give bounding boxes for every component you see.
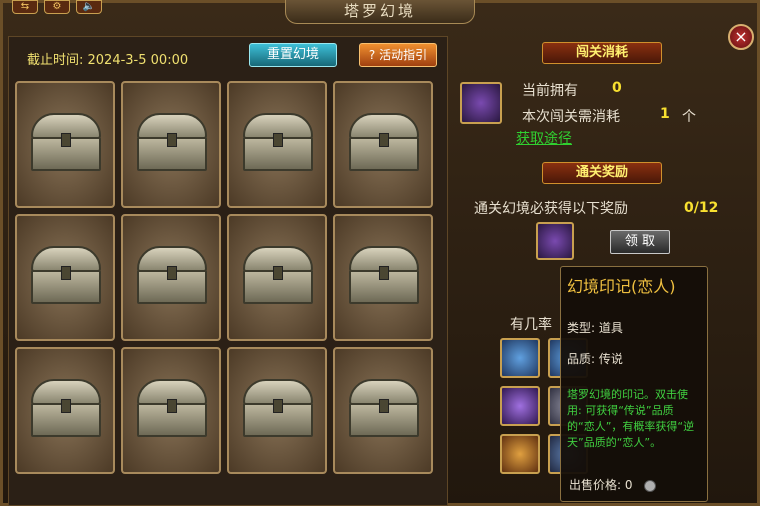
chest-slot[interactable] — [227, 347, 327, 474]
swap-icon[interactable]: ⇆ — [12, 0, 38, 14]
chest-slot[interactable] — [227, 214, 327, 341]
chest-slot[interactable] — [15, 347, 115, 474]
reward-title: 通关奖励 — [542, 162, 662, 184]
tooltip-type: 类型: 道具 — [567, 321, 623, 335]
guide-button[interactable]: ? 活动指引 — [359, 43, 437, 67]
item-tooltip: 幻境印记(恋人) 类型: 道具 品质: 传说 塔罗幻境的印记。双击使用: 可获得… — [560, 266, 708, 502]
tooltip-description: 塔罗幻境的印记。双击使用: 可获得“传说”品质的“恋人”，有概率获得“逆天”品质… — [567, 388, 695, 449]
cost-title: 闯关消耗 — [542, 42, 662, 64]
price-value: 0 — [624, 478, 633, 492]
treasure-chest-icon — [243, 379, 313, 439]
top-icons: ⇆ ⚙ 🔈 — [12, 0, 102, 14]
treasure-chest-icon — [243, 246, 313, 306]
owned-value: 0 — [612, 80, 622, 96]
claim-button[interactable]: 领 取 — [610, 230, 670, 254]
chest-slot[interactable] — [333, 347, 433, 474]
chest-slot[interactable] — [333, 81, 433, 208]
tooltip-item-name: 幻境印记(恋人) — [567, 277, 676, 296]
treasure-chest-icon — [137, 246, 207, 306]
chest-panel: 截止时间: 2024-3-5 00:00 重置幻境 ? 活动指引 — [8, 36, 448, 506]
owned-label: 当前拥有 — [522, 83, 578, 99]
need-label: 本次闯关需消耗 — [522, 109, 620, 125]
need-unit: 个 — [682, 109, 696, 125]
chest-slot[interactable] — [227, 81, 327, 208]
coin-icon — [644, 479, 657, 492]
reward-progress: 0/12 — [684, 200, 719, 216]
treasure-chest-icon — [31, 246, 101, 306]
tarot-ticket-icon[interactable] — [460, 82, 502, 124]
price-label: 出售价格: — [569, 478, 622, 492]
treasure-chest-icon — [349, 246, 419, 306]
chest-slot[interactable] — [15, 81, 115, 208]
drops-title: 有几率 — [510, 317, 552, 333]
reward-text: 通关幻境必获得以下奖励 — [474, 201, 628, 217]
blue-chest-icon[interactable] — [500, 338, 540, 378]
chest-grid — [15, 81, 433, 474]
treasure-chest-icon — [31, 113, 101, 173]
chest-slot[interactable] — [333, 214, 433, 341]
need-value: 1 — [660, 106, 670, 122]
chest-slot[interactable] — [121, 81, 221, 208]
tooltip-quality: 品质: 传说 — [567, 352, 623, 366]
window-title: 塔罗幻境 — [285, 0, 475, 24]
treasure-chest-icon — [349, 379, 419, 439]
obtain-link[interactable]: 获取途径 — [516, 128, 572, 148]
tooltip-price: 出售价格: 0 — [569, 476, 657, 493]
reset-button[interactable]: 重置幻境 — [249, 43, 337, 67]
sound-icon[interactable]: 🔈 — [76, 0, 102, 14]
chest-slot[interactable] — [121, 347, 221, 474]
lovers-seal-icon[interactable] — [536, 222, 574, 260]
purple-chest-icon[interactable] — [500, 386, 540, 426]
chest-slot[interactable] — [15, 214, 115, 341]
deadline-text: 截止时间: 2024-3-5 00:00 — [27, 53, 189, 68]
treasure-chest-icon — [31, 379, 101, 439]
gold-ring-icon[interactable] — [500, 434, 540, 474]
treasure-chest-icon — [243, 113, 313, 173]
treasure-chest-icon — [349, 113, 419, 173]
chest-slot[interactable] — [121, 214, 221, 341]
treasure-chest-icon — [137, 379, 207, 439]
treasure-chest-icon — [137, 113, 207, 173]
settings-icon[interactable]: ⚙ — [44, 0, 70, 14]
